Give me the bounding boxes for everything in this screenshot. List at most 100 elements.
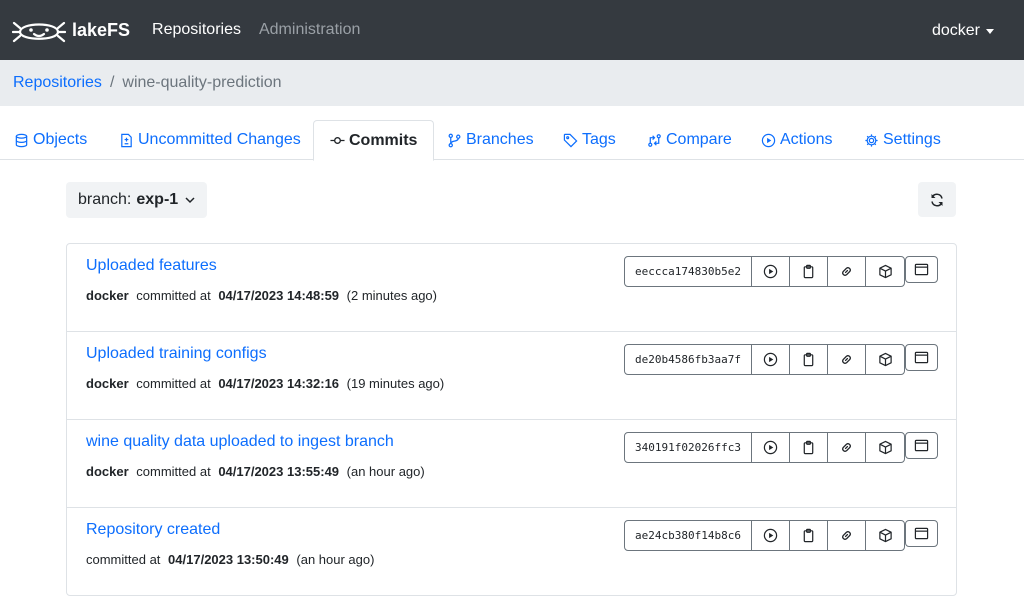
copy-link-button[interactable] (828, 257, 866, 286)
breadcrumb-repositories[interactable]: Repositories (13, 74, 102, 92)
commit-relative-time: (19 minutes ago) (346, 376, 445, 391)
committed-at-label: committed at (136, 464, 211, 479)
link-icon (842, 443, 851, 452)
git-commit-icon (330, 137, 345, 144)
nav-repositories[interactable]: Repositories (152, 21, 241, 39)
branch-selector[interactable]: branch: exp-1 (66, 182, 207, 218)
committed-at-label: committed at (86, 552, 161, 567)
database-icon (15, 133, 28, 147)
tab-label: Compare (666, 131, 732, 148)
browser-window-icon (914, 351, 929, 364)
tab-label: Commits (349, 131, 418, 149)
commit-actions: 340191f02026ffc3 (624, 432, 905, 463)
tab-commits[interactable]: Commits (313, 120, 435, 161)
commit-id-button[interactable]: de20b4586fb3aa7f (625, 345, 752, 374)
browse-button[interactable] (905, 344, 938, 371)
commit-timestamp: 04/17/2023 14:48:59 (218, 288, 340, 303)
commit-actions: de20b4586fb3aa7f (624, 344, 905, 375)
play-icon (763, 528, 778, 543)
tab-label: Branches (466, 131, 534, 148)
breadcrumb-current: wine-quality-prediction (122, 74, 282, 91)
copy-id-button[interactable] (790, 521, 828, 550)
view-object-button[interactable] (866, 345, 904, 374)
clipboard-icon (803, 264, 814, 279)
copy-id-button[interactable] (790, 433, 828, 462)
breadcrumb-separator: / (109, 74, 115, 91)
commit-message-link[interactable]: Uploaded features (86, 257, 217, 275)
tab-branches[interactable]: Branches (447, 120, 534, 160)
commit-actions: ae24cb380f14b8c6 (624, 520, 905, 551)
user-menu[interactable]: docker (932, 22, 994, 40)
tab-label: Settings (883, 131, 941, 148)
commit-message-link[interactable]: Repository created (86, 521, 220, 539)
commit-meta: docker committed at 04/17/2023 14:48:59 … (86, 288, 437, 303)
copy-id-button[interactable] (790, 257, 828, 286)
box-icon (878, 440, 892, 455)
run-actions-button[interactable] (752, 521, 790, 550)
browse-button[interactable] (905, 432, 938, 459)
tab-label: Objects (33, 131, 88, 148)
committed-at-label: committed at (136, 376, 211, 391)
box-icon (878, 352, 892, 367)
commit-id-button[interactable]: 340191f02026ffc3 (625, 433, 752, 462)
file-diff-icon (121, 133, 132, 147)
copy-link-button[interactable] (828, 345, 866, 374)
refresh-icon (931, 193, 943, 206)
compare-icon (648, 133, 661, 147)
tab-objects[interactable]: Objects (14, 120, 87, 160)
play-icon (763, 440, 778, 455)
box-icon (878, 264, 892, 279)
run-actions-button[interactable] (752, 345, 790, 374)
logo[interactable]: lakeFS (12, 14, 130, 46)
commit-relative-time: (2 minutes ago) (346, 288, 437, 303)
view-object-button[interactable] (866, 521, 904, 550)
tab-actions[interactable]: Actions (761, 120, 832, 160)
play-icon (763, 352, 778, 367)
clipboard-icon (803, 528, 814, 543)
commit-row: Repository created committed at 04/17/20… (67, 508, 956, 596)
tab-label: Actions (780, 131, 833, 148)
copy-link-button[interactable] (828, 433, 866, 462)
branch-name: exp-1 (136, 191, 179, 208)
commit-relative-time: (an hour ago) (346, 464, 425, 479)
view-object-button[interactable] (866, 433, 904, 462)
tab-settings[interactable]: Settings (864, 120, 941, 160)
tab-tags[interactable]: Tags (563, 120, 616, 160)
commit-message-link[interactable]: Uploaded training configs (86, 345, 267, 363)
commit-meta: committed at 04/17/2023 13:50:49 (an hou… (86, 552, 374, 567)
commit-id-button[interactable]: eeccca174830b5e2 (625, 257, 752, 286)
browse-button[interactable] (905, 256, 938, 283)
tab-compare[interactable]: Compare (647, 120, 732, 160)
nav-administration[interactable]: Administration (259, 21, 360, 39)
run-actions-button[interactable] (752, 433, 790, 462)
tab-label: Tags (582, 131, 616, 148)
logo-text: lakeFS (72, 19, 131, 40)
commit-id-button[interactable]: ae24cb380f14b8c6 (625, 521, 752, 550)
link-icon (842, 531, 851, 540)
commit-row: Uploaded features docker committed at 04… (67, 244, 956, 332)
browse-button[interactable] (905, 520, 938, 547)
commit-author: docker (86, 376, 129, 391)
browser-window-icon (914, 439, 929, 452)
caret-down-icon (986, 28, 994, 34)
copy-link-button[interactable] (828, 521, 866, 550)
axolotl-logo-icon (12, 21, 66, 43)
view-object-button[interactable] (866, 257, 904, 286)
clipboard-icon (803, 352, 814, 367)
commit-row: Uploaded training configs docker committ… (67, 332, 956, 420)
commit-meta: docker committed at 04/17/2023 14:32:16 … (86, 376, 444, 391)
tab-label: Uncommitted Changes (138, 131, 301, 148)
commit-message-link[interactable]: wine quality data uploaded to ingest bra… (86, 433, 394, 451)
tab-uncommitted-changes[interactable]: Uncommitted Changes (119, 120, 301, 160)
copy-id-button[interactable] (790, 345, 828, 374)
repo-tabs: Objects Uncommitted Changes Commits Bran… (0, 120, 1024, 161)
top-navbar: lakeFS Repositories Administration docke… (0, 0, 1024, 60)
refresh-button[interactable] (918, 182, 956, 217)
run-actions-button[interactable] (752, 257, 790, 286)
commit-timestamp: 04/17/2023 13:55:49 (218, 464, 340, 479)
gear-icon (865, 133, 878, 147)
commit-actions: eeccca174830b5e2 (624, 256, 905, 287)
committed-at-label: committed at (136, 288, 211, 303)
commits-list: Uploaded features docker committed at 04… (66, 243, 957, 596)
branch-prefix: branch: (78, 191, 132, 208)
